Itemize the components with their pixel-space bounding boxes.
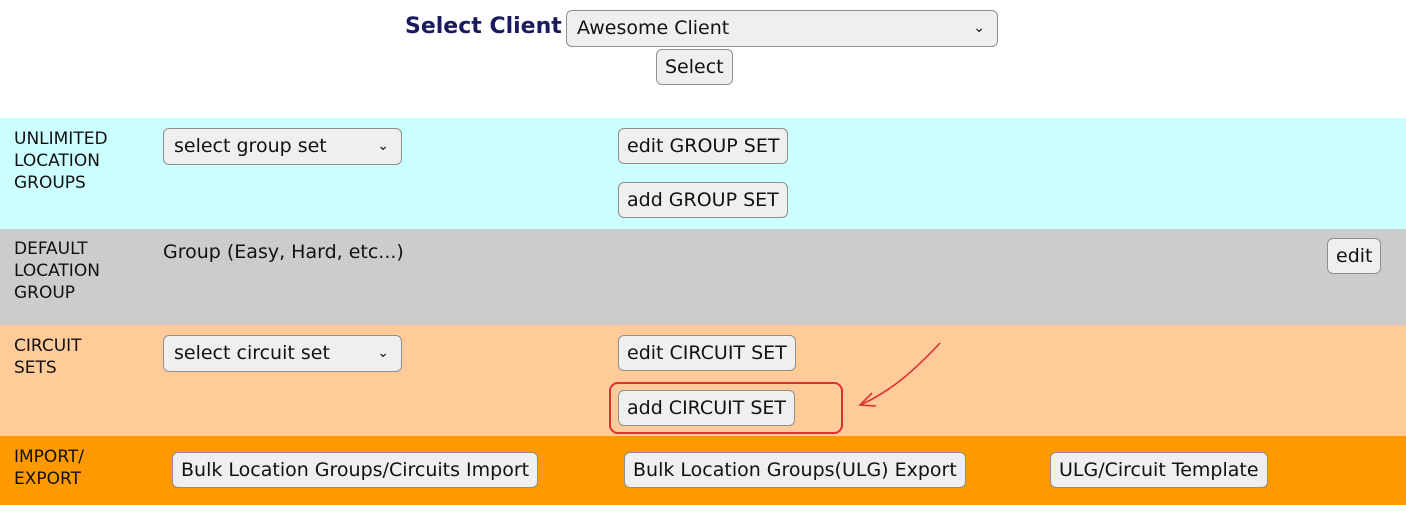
annotation-arrow-icon bbox=[858, 342, 941, 407]
annotation-arrow-line bbox=[859, 342, 941, 406]
